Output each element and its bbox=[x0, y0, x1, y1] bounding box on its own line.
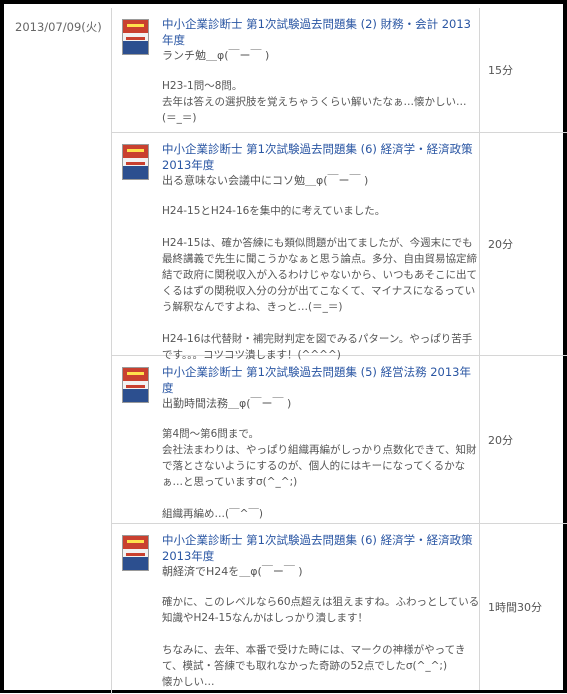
entry-headline: 出勤時間法務＿φ(￣ー￣ ) bbox=[162, 397, 292, 410]
book-title-link[interactable]: 中小企業診断士 第1次試験過去問題集 (6) 経済学・経済政策 2013年度 bbox=[162, 141, 480, 173]
book-title-link[interactable]: 中小企業診断士 第1次試験過去問題集 (5) 経営法務 2013年度 bbox=[162, 364, 480, 396]
entry-headline: 出る意味ない会議中にコソ勉＿φ(￣ー￣ ) bbox=[162, 174, 369, 187]
study-time-cell: 1時間30分 bbox=[479, 524, 567, 690]
log-entry-2: 中小企業診断士 第1次試験過去問題集 (6) 経済学・経済政策 2013年度 出… bbox=[112, 133, 567, 361]
book-title-link[interactable]: 中小企業診断士 第1次試験過去問題集 (2) 財務・会計 2013年度 bbox=[162, 16, 480, 48]
study-time-cell: 15分 bbox=[479, 8, 567, 132]
entry-memo: 確かに、このレベルなら60点超えは狙えますね。ふわっとしている知識やH24-15… bbox=[162, 596, 480, 688]
entry-headline: 朝経済でH24を＿φ(￣ー￣ ) bbox=[162, 565, 303, 578]
book-cover-thumbnail[interactable] bbox=[122, 367, 149, 403]
study-date: 2013/07/09(火) bbox=[15, 20, 102, 34]
log-entry-4: 中小企業診断士 第1次試験過去問題集 (6) 経済学・経済政策 2013年度 朝… bbox=[112, 524, 567, 690]
entry-memo: H23-1問～8問。 去年は答えの選択肢を覚えちゃうくらい解いたなぁ…懐かしい…… bbox=[162, 80, 467, 124]
study-time: 20分 bbox=[488, 433, 513, 447]
entry-headline: ランチ勉＿φ(￣ー￣ ) bbox=[162, 49, 270, 62]
entry-memo: H24-15とH24-16を集中的に考えていました。 H24-15は、確か答練に… bbox=[162, 205, 477, 361]
study-time-cell: 20分 bbox=[479, 133, 567, 355]
entry-memo: 第4問～第6問まで。 会社法まわりは、やっぱり組織再編がしっかり点数化できて、知… bbox=[162, 428, 477, 520]
book-cover-thumbnail[interactable] bbox=[122, 535, 149, 571]
book-cover-thumbnail[interactable] bbox=[122, 144, 149, 180]
book-cover-thumbnail[interactable] bbox=[122, 19, 149, 55]
book-title-link[interactable]: 中小企業診断士 第1次試験過去問題集 (6) 経済学・経済政策 2013年度 bbox=[162, 532, 480, 564]
study-time: 20分 bbox=[488, 238, 513, 251]
study-time-cell: 20分 bbox=[479, 356, 567, 523]
study-time: 15分 bbox=[488, 64, 513, 77]
study-time: 1時間30分 bbox=[488, 601, 542, 614]
log-entry-3: 中小企業診断士 第1次試験過去問題集 (5) 経営法務 2013年度 出勤時間法… bbox=[112, 356, 567, 524]
date-column: 2013/07/09(火) bbox=[8, 8, 112, 694]
log-table-frame: 2013/07/09(火) 中小企業診断士 第1次試験過去問題集 (2) 財務・… bbox=[0, 0, 567, 694]
log-entry-1: 中小企業診断士 第1次試験過去問題集 (2) 財務・会計 2013年度 ランチ勉… bbox=[112, 8, 567, 133]
